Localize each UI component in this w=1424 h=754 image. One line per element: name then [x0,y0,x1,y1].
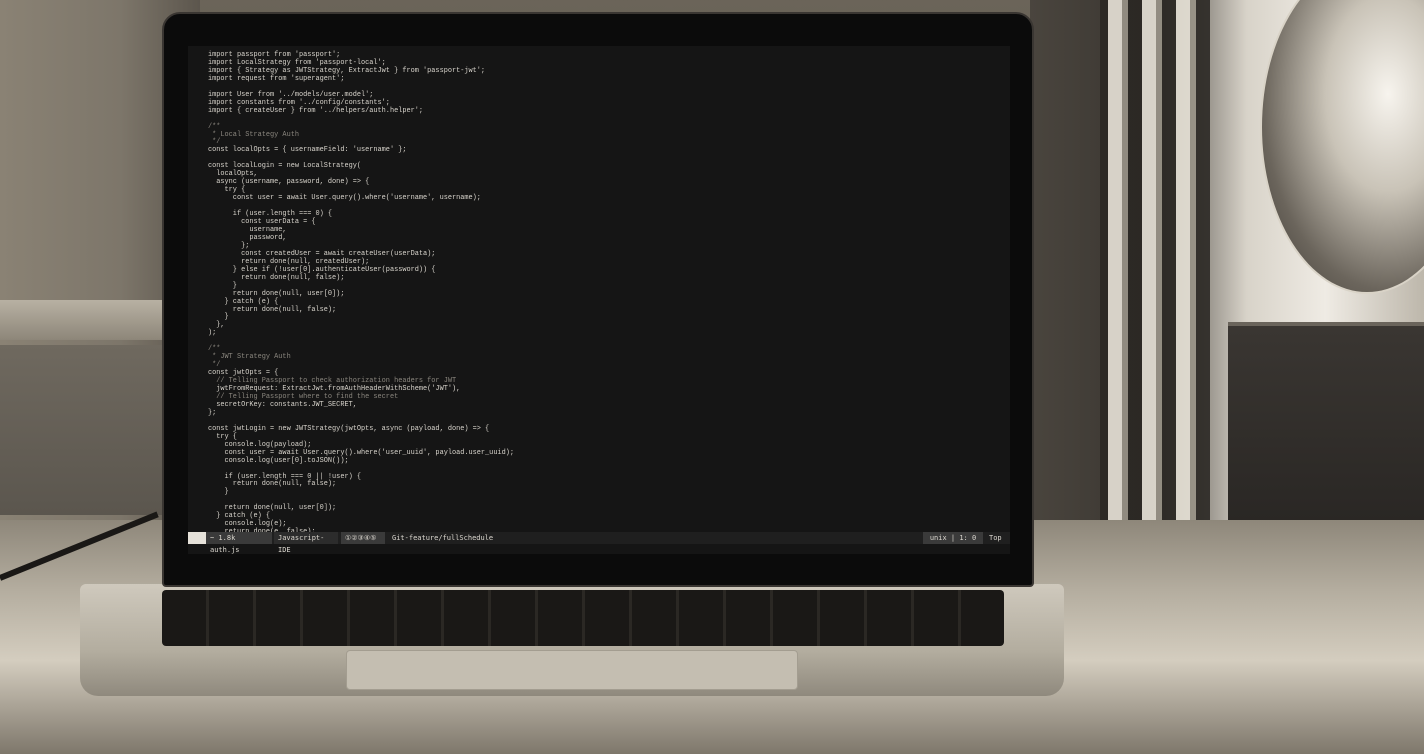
laptop-screen: import passport from 'passport'; import L… [188,46,1010,554]
code-line: import { createUser } from '../helpers/a… [208,106,424,115]
statusbar-language: Javascript-IDE [274,532,338,554]
code-line: }; [208,408,217,417]
laptop-keyboard [162,590,1004,646]
code-line: async (username, password, done) => { [208,178,370,187]
statusbar-position: unix | 1: 0 [923,532,983,544]
photo-scene: import passport from 'passport'; import L… [0,0,1424,754]
statusbar-file: ~ 1.8k auth.js [206,532,272,554]
radiator [1100,0,1210,520]
statusbar-branch: Git-feature/fullSchedule [392,534,494,542]
code-line: import request from 'superagent'; [208,74,345,83]
code-line: } [208,313,229,322]
wall-panel-left [0,345,180,515]
code-line: password, [208,233,287,242]
code-line: } [208,488,229,497]
code-line: return done(null, false); [208,305,337,314]
code-line: * JWT Strategy Auth [208,353,291,362]
laptop-trackpad [346,650,798,690]
code-line: return done(null, false); [208,273,345,282]
code-line: const user = await User.query().where('u… [208,194,481,203]
code-line: ); [208,329,217,338]
code-line: }, [208,321,225,330]
code-editor[interactable]: import passport from 'passport'; import L… [208,51,514,537]
statusbar-mode [188,532,206,544]
statusbar-indicators: ①②③④⑤ [341,532,385,544]
statusbar-scroll: Top [989,534,1002,542]
code-line: const localOpts = { usernameField: 'user… [208,146,407,155]
code-line: const jwtLogin = new JWTStrategy(jwtOpts… [208,424,490,433]
code-line: return done(null, false); [208,480,337,489]
code-line: * Local Strategy Auth [208,130,299,139]
code-line: secretOrKey: constants.JWT_SECRET, [208,400,357,409]
code-line: console.log(user[0].toJSON()); [208,456,349,465]
editor-statusbar: ~ 1.8k auth.js Javascript-IDE ①②③④⑤ Git-… [188,532,1010,554]
